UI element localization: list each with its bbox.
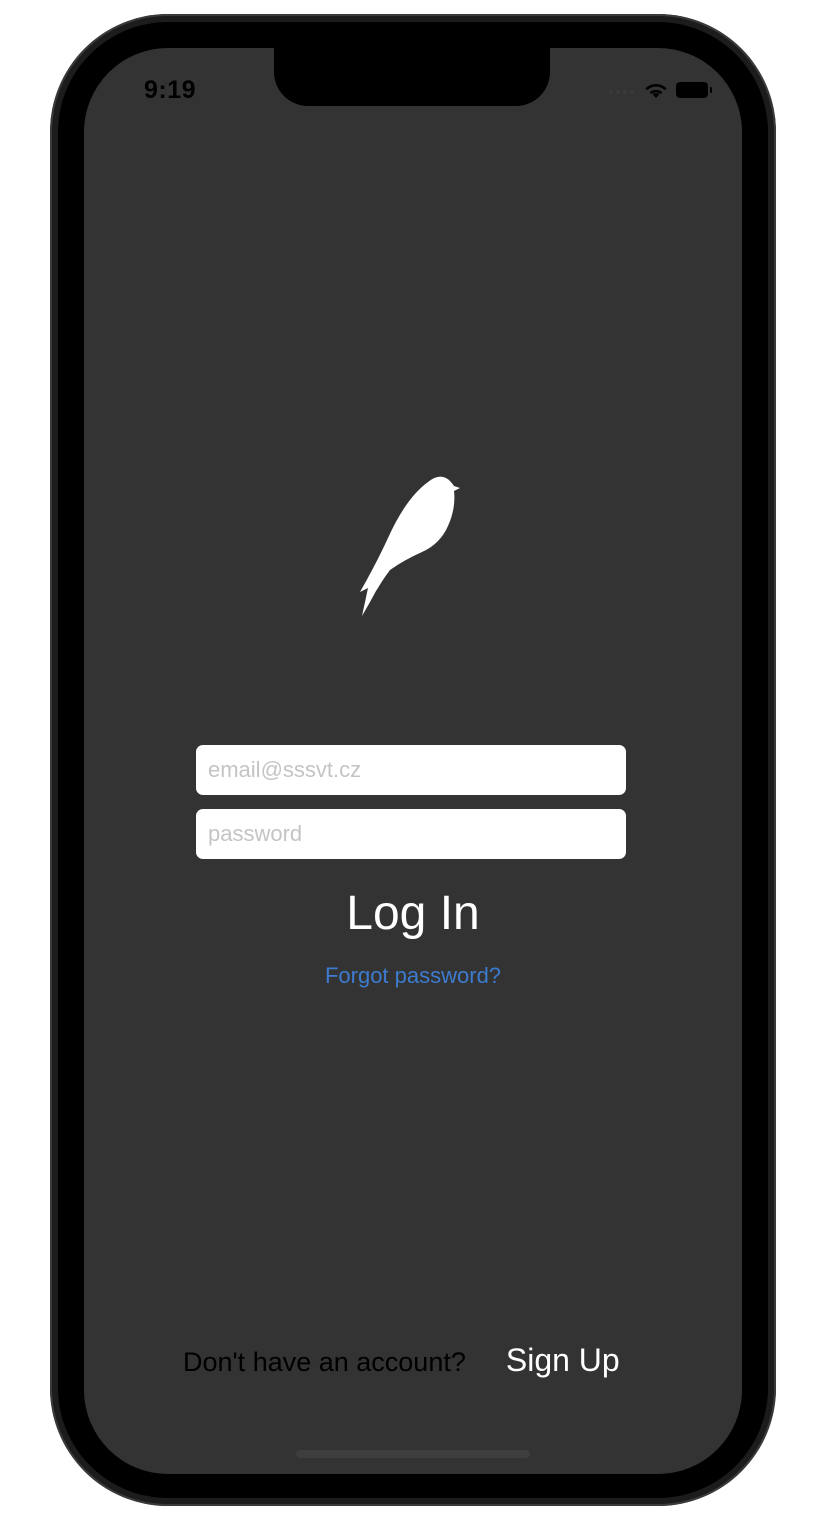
status-icons: ●●●● — [607, 78, 712, 102]
wifi-icon — [645, 84, 667, 98]
home-indicator — [296, 1450, 530, 1458]
signup-prompt: Don't have an account? — [183, 1347, 466, 1377]
battery-icon — [676, 82, 712, 98]
signup-button[interactable]: Sign Up — [506, 1342, 620, 1379]
app-screen: 9:19 ●●●● Log In Forgot password? Don't … — [84, 48, 742, 1474]
signal-dots-icon: ●●●● — [607, 86, 636, 98]
signup-row: Don't have an account? Sign Up — [183, 1342, 620, 1379]
status-time: 9:19 — [144, 76, 197, 104]
login-button[interactable]: Log In — [84, 886, 742, 941]
password-field[interactable] — [196, 809, 626, 859]
forgot-password-link[interactable]: Forgot password? — [84, 963, 742, 989]
email-field[interactable] — [196, 745, 626, 795]
device-notch — [274, 48, 550, 106]
bird-icon — [360, 476, 460, 616]
